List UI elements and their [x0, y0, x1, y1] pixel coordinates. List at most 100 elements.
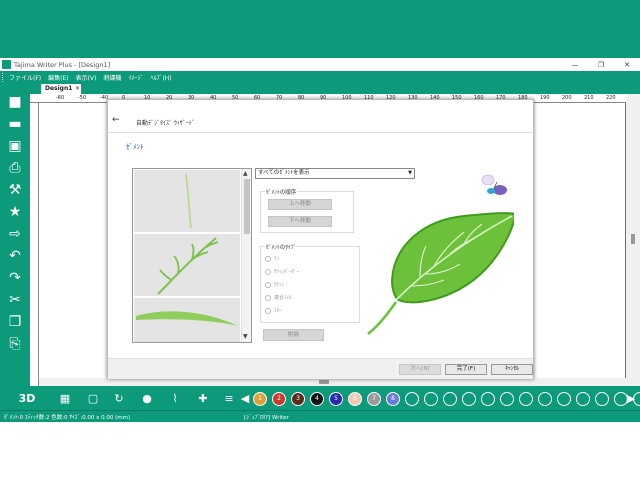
hoop-icon[interactable]: ▢ — [86, 392, 100, 406]
segment-list-scrollbar[interactable]: ▲ ▼ — [241, 169, 251, 342]
minimize-button[interactable]: — — [562, 58, 588, 71]
empty-color-slot[interactable] — [481, 392, 495, 406]
empty-color-slot[interactable] — [576, 392, 590, 406]
new-document-icon[interactable]: ■ — [7, 94, 23, 110]
color-swatch-5[interactable]: 5 — [329, 392, 343, 406]
close-button[interactable]: ✕ — [614, 58, 640, 71]
segment-list[interactable]: ▲ ▼ — [132, 168, 252, 343]
save-icon[interactable]: ▣ — [7, 138, 23, 154]
divider — [108, 132, 533, 133]
color-swatch-3[interactable]: 3 — [291, 392, 305, 406]
empty-color-slot[interactable] — [405, 392, 419, 406]
horizontal-scroll-thumb[interactable] — [319, 380, 329, 384]
type-complex-fill-radio[interactable]: 複合ﾌｨﾙ — [265, 294, 292, 301]
type-run-label: ﾗﾝ — [274, 256, 280, 262]
stitch-icon[interactable]: ⌇ — [168, 392, 182, 406]
empty-color-slot[interactable] — [538, 392, 552, 406]
print-icon[interactable]: ⎙ — [7, 160, 23, 176]
ruler-tick-label: -50 — [78, 95, 87, 101]
window-title: Tajima Writer Plus - [Design1] — [14, 60, 111, 69]
empty-color-slot[interactable] — [462, 392, 476, 406]
radio-circle-icon — [265, 294, 271, 301]
type-complex-fill-label: 複合ﾌｨﾙ — [274, 295, 292, 301]
color-swatch-6[interactable]: 6 — [348, 392, 362, 406]
menu-view[interactable]: 表示(V) — [76, 73, 97, 82]
rotate-icon[interactable]: ↻ — [112, 392, 126, 406]
segment-thumbnail-2[interactable] — [134, 234, 240, 296]
vertical-scroll-thumb[interactable] — [631, 234, 635, 244]
copy-icon[interactable]: ❐ — [7, 314, 23, 330]
menu-help[interactable]: ﾍﾙﾌﾟ(H) — [150, 73, 171, 82]
segment-thumbnail-1[interactable] — [134, 170, 240, 232]
status-bar: ｾﾞﾒﾝﾄ:0 ｽﾃｨｯﾁ数:2 色数:0 ｻｲｽﾞ:0.00 x 0.00 (… — [0, 410, 640, 422]
move-down-button[interactable]: 下へ移動 — [268, 216, 332, 227]
next-button[interactable]: 次へ(N) — [399, 364, 441, 375]
color-swatch-2[interactable]: 2 — [272, 392, 286, 406]
cut-icon[interactable]: ✂ — [7, 292, 23, 308]
menu-image[interactable]: ｲﾒｰｼﾞ — [128, 73, 143, 82]
type-satin-border-radio[interactable]: ｻﾃｨﾝﾎﾞｰﾀﾞｰ — [265, 268, 299, 275]
title-bar: Tajima Writer Plus - [Design1] — ❐ ✕ — [0, 58, 640, 71]
empty-color-slot[interactable] — [614, 392, 628, 406]
color-swatch-4[interactable]: 4 — [310, 392, 324, 406]
paste-icon[interactable]: ⎘ — [7, 336, 23, 352]
delete-button[interactable]: 削除 — [263, 329, 324, 341]
vertical-scrollbar[interactable] — [626, 94, 640, 386]
leaf-preview-image — [367, 174, 518, 335]
color-swatch-1[interactable]: 1 — [253, 392, 267, 406]
scroll-up-icon[interactable]: ▲ — [243, 170, 248, 177]
step-heading: ｾﾞﾒﾝﾄ — [126, 143, 144, 151]
segment-order-label: ｾﾞﾒﾝﾄの順序 — [265, 188, 298, 196]
empty-color-slot[interactable] — [633, 392, 640, 406]
redo-icon[interactable]: ↷ — [7, 270, 23, 286]
move-up-button[interactable]: 上へ移動 — [268, 199, 332, 210]
color-swatch-7[interactable]: 7 — [367, 392, 381, 406]
finish-button[interactable]: 完了(F) — [445, 364, 487, 375]
tab-design1[interactable]: Design1 × — [41, 84, 81, 94]
undo-icon[interactable]: ↶ — [7, 248, 23, 264]
ruler-tick-label: 200 — [562, 95, 572, 101]
color-swatch-8[interactable]: 8 — [386, 392, 400, 406]
grid-icon[interactable]: ▦ — [58, 392, 72, 406]
empty-color-slot[interactable] — [519, 392, 533, 406]
menu-machine[interactable]: 刺繍機 — [103, 73, 121, 82]
menu-file[interactable]: ファイル(F) — [9, 73, 41, 82]
open-folder-icon[interactable]: ▬ — [7, 116, 23, 132]
ball-icon[interactable]: ● — [140, 392, 154, 406]
vertical-ruler — [30, 103, 39, 386]
type-satin-border-label: ｻﾃｨﾝﾎﾞｰﾀﾞｰ — [274, 269, 300, 275]
prev-color-icon[interactable]: ◀ — [238, 392, 252, 406]
radio-circle-icon — [265, 268, 271, 275]
scroll-down-icon[interactable]: ▼ — [243, 333, 248, 340]
menu-edit[interactable]: 編集(E) — [48, 73, 68, 82]
segment-thumbnail-3[interactable] — [134, 298, 240, 342]
type-run-radio[interactable]: ﾗﾝ — [265, 255, 279, 262]
segment-list-scroll-thumb[interactable] — [244, 179, 250, 234]
horizontal-scrollbar[interactable] — [39, 378, 626, 386]
empty-color-slot[interactable] — [443, 392, 457, 406]
view-3d-button[interactable]: 3D — [18, 392, 36, 406]
segment-type-label: ｾﾞﾒﾝﾄのﾀｲﾌﾟ — [265, 243, 298, 251]
status-mode: [ｼﾞｭﾌﾞﾛﾘｱ] Writer — [244, 415, 289, 421]
empty-color-slot[interactable] — [595, 392, 609, 406]
tab-close-icon[interactable]: × — [75, 84, 80, 94]
empty-color-slot[interactable] — [557, 392, 571, 406]
left-toolbar: ■ ▬ ▣ ⎙ ⚒ ★ ⇨ ↶ ↷ ✂ ❐ ⎘ — [0, 86, 30, 386]
ruler-tick-label: -60 — [56, 95, 65, 101]
favorite-star-icon[interactable]: ★ — [7, 204, 23, 220]
app-logo-icon — [2, 60, 11, 69]
auto-digitize-wizard-dialog: ← 自動ﾃﾞｼﾞﾀｲｽﾞ ｳｨｻﾞｰﾄﾞ ｾﾞﾒﾝﾄ ▲ ▼ すべてのｾﾞﾒﾝﾄ… — [107, 99, 534, 379]
sewing-machine-icon[interactable]: ⚒ — [7, 182, 23, 198]
send-to-machine-icon[interactable]: ⇨ — [7, 226, 23, 242]
list-icon[interactable]: ≡ — [222, 392, 236, 406]
cross-icon[interactable]: ✚ — [196, 392, 210, 406]
empty-color-slot[interactable] — [424, 392, 438, 406]
segment-1-image — [185, 173, 192, 229]
empty-color-slot[interactable] — [500, 392, 514, 406]
cancel-button[interactable]: ｷｬﾝｾﾙ — [491, 364, 533, 375]
back-arrow-icon[interactable]: ← — [112, 115, 120, 125]
type-star-radio[interactable]: ｽﾀｰ — [265, 307, 282, 314]
design-preview — [364, 160, 518, 340]
type-satin-radio[interactable]: ｻﾃｨﾝ — [265, 281, 284, 288]
maximize-button[interactable]: ❐ — [588, 58, 614, 71]
